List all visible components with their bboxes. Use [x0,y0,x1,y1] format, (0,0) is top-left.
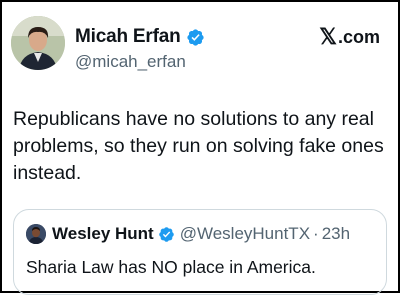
quoted-author-avatar[interactable] [26,224,46,244]
quoted-handle[interactable]: @WesleyHuntTX [180,224,310,244]
verified-badge-icon [186,28,205,47]
x-logo-icon: 𝕏 [319,24,337,49]
x-brand-logo: 𝕏 .com [319,26,380,48]
author-name-row: Micah Erfan [75,26,205,48]
quoted-timestamp[interactable]: 23h [322,224,350,244]
quoted-separator: · [313,224,319,243]
quoted-display-name[interactable]: Wesley Hunt [52,224,154,244]
tweet-text: Republicans have no solutions to any rea… [13,108,384,184]
tweet-card: Micah Erfan @micah_erfan 𝕏 .com Republic… [0,0,400,295]
author-avatar[interactable] [11,16,65,70]
author-display-name[interactable]: Micah Erfan [75,26,181,48]
quoted-tweet-text: Sharia Law has NO place in America. [26,257,316,277]
author-handle[interactable]: @micah_erfan [75,52,186,72]
brand-domain: .com [337,26,380,47]
quoted-verified-badge-icon [158,226,175,243]
quoted-author-row: Wesley Hunt @WesleyHuntTX · 23h [26,224,350,244]
quoted-tweet[interactable]: Wesley Hunt @WesleyHuntTX · 23h Sharia L… [13,209,387,295]
